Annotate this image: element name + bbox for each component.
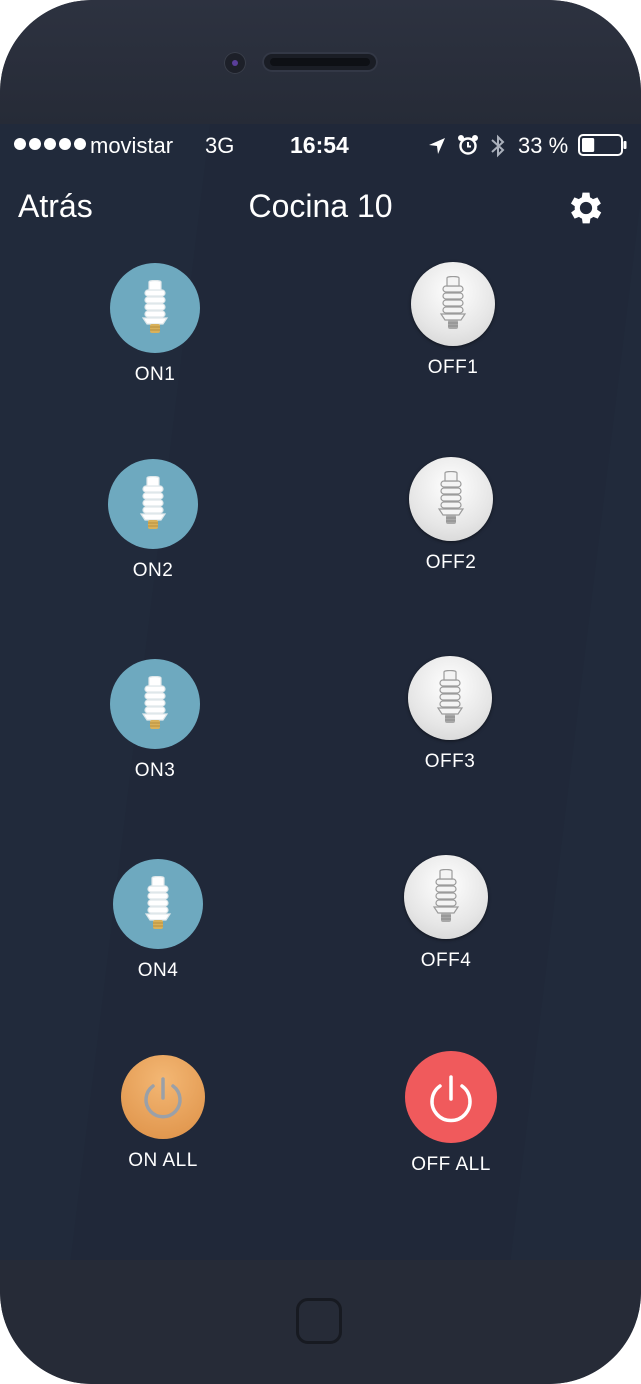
page-title: Cocina 10	[248, 188, 393, 224]
on1-label: ON1	[134, 364, 176, 385]
off2-button[interactable]: OFF2	[401, 457, 501, 574]
on3-label: ON3	[134, 760, 176, 781]
bulb-on-icon	[110, 659, 200, 749]
alarm-clock-icon	[458, 135, 478, 155]
bulb-on-icon	[108, 459, 198, 549]
off1-button[interactable]: OFF1	[403, 262, 503, 379]
network-type: 3G	[205, 133, 235, 158]
status-bar: movistar 3G 16:54 33 %	[0, 124, 641, 166]
off1-label: OFF1	[427, 357, 479, 378]
on1-button[interactable]: ON1	[105, 263, 205, 386]
on-all-button[interactable]: ON ALL	[113, 1055, 213, 1172]
power-icon	[121, 1055, 205, 1139]
settings-gear-icon[interactable]	[565, 187, 607, 229]
home-button[interactable]	[296, 1298, 342, 1344]
bulb-off-icon	[404, 855, 488, 939]
off3-label: OFF3	[424, 751, 476, 772]
battery-icon	[578, 134, 627, 156]
bulb-off-icon	[409, 457, 493, 541]
bulb-off-icon	[408, 656, 492, 740]
carrier-name: movistar	[90, 133, 174, 158]
off-all-label: OFF ALL	[411, 1154, 491, 1175]
screen	[0, 124, 641, 1260]
status-time: 16:54	[290, 132, 349, 158]
on2-label: ON2	[132, 560, 174, 581]
earpiece-speaker	[262, 52, 378, 72]
power-icon	[405, 1051, 497, 1143]
bulb-on-icon	[110, 263, 200, 353]
bulb-on-icon	[113, 859, 203, 949]
off-all-button[interactable]: OFF ALL	[401, 1051, 501, 1176]
on3-button[interactable]: ON3	[105, 659, 205, 782]
off4-button[interactable]: OFF4	[396, 855, 496, 972]
on4-button[interactable]: ON4	[108, 859, 208, 982]
on2-button[interactable]: ON2	[103, 459, 203, 582]
back-button[interactable]: Atrás	[18, 188, 93, 225]
front-camera	[224, 52, 246, 74]
top-bezel	[0, 0, 641, 124]
location-arrow-icon	[429, 138, 445, 154]
on-all-label: ON ALL	[128, 1150, 198, 1171]
signal-strength-icon	[14, 138, 86, 150]
off4-label: OFF4	[420, 950, 472, 971]
bulb-off-icon	[411, 262, 495, 346]
off2-label: OFF2	[425, 552, 477, 573]
battery-percentage: 33 %	[518, 133, 569, 158]
on4-label: ON4	[137, 960, 179, 981]
off3-button[interactable]: OFF3	[400, 656, 500, 773]
bluetooth-icon	[491, 134, 505, 158]
